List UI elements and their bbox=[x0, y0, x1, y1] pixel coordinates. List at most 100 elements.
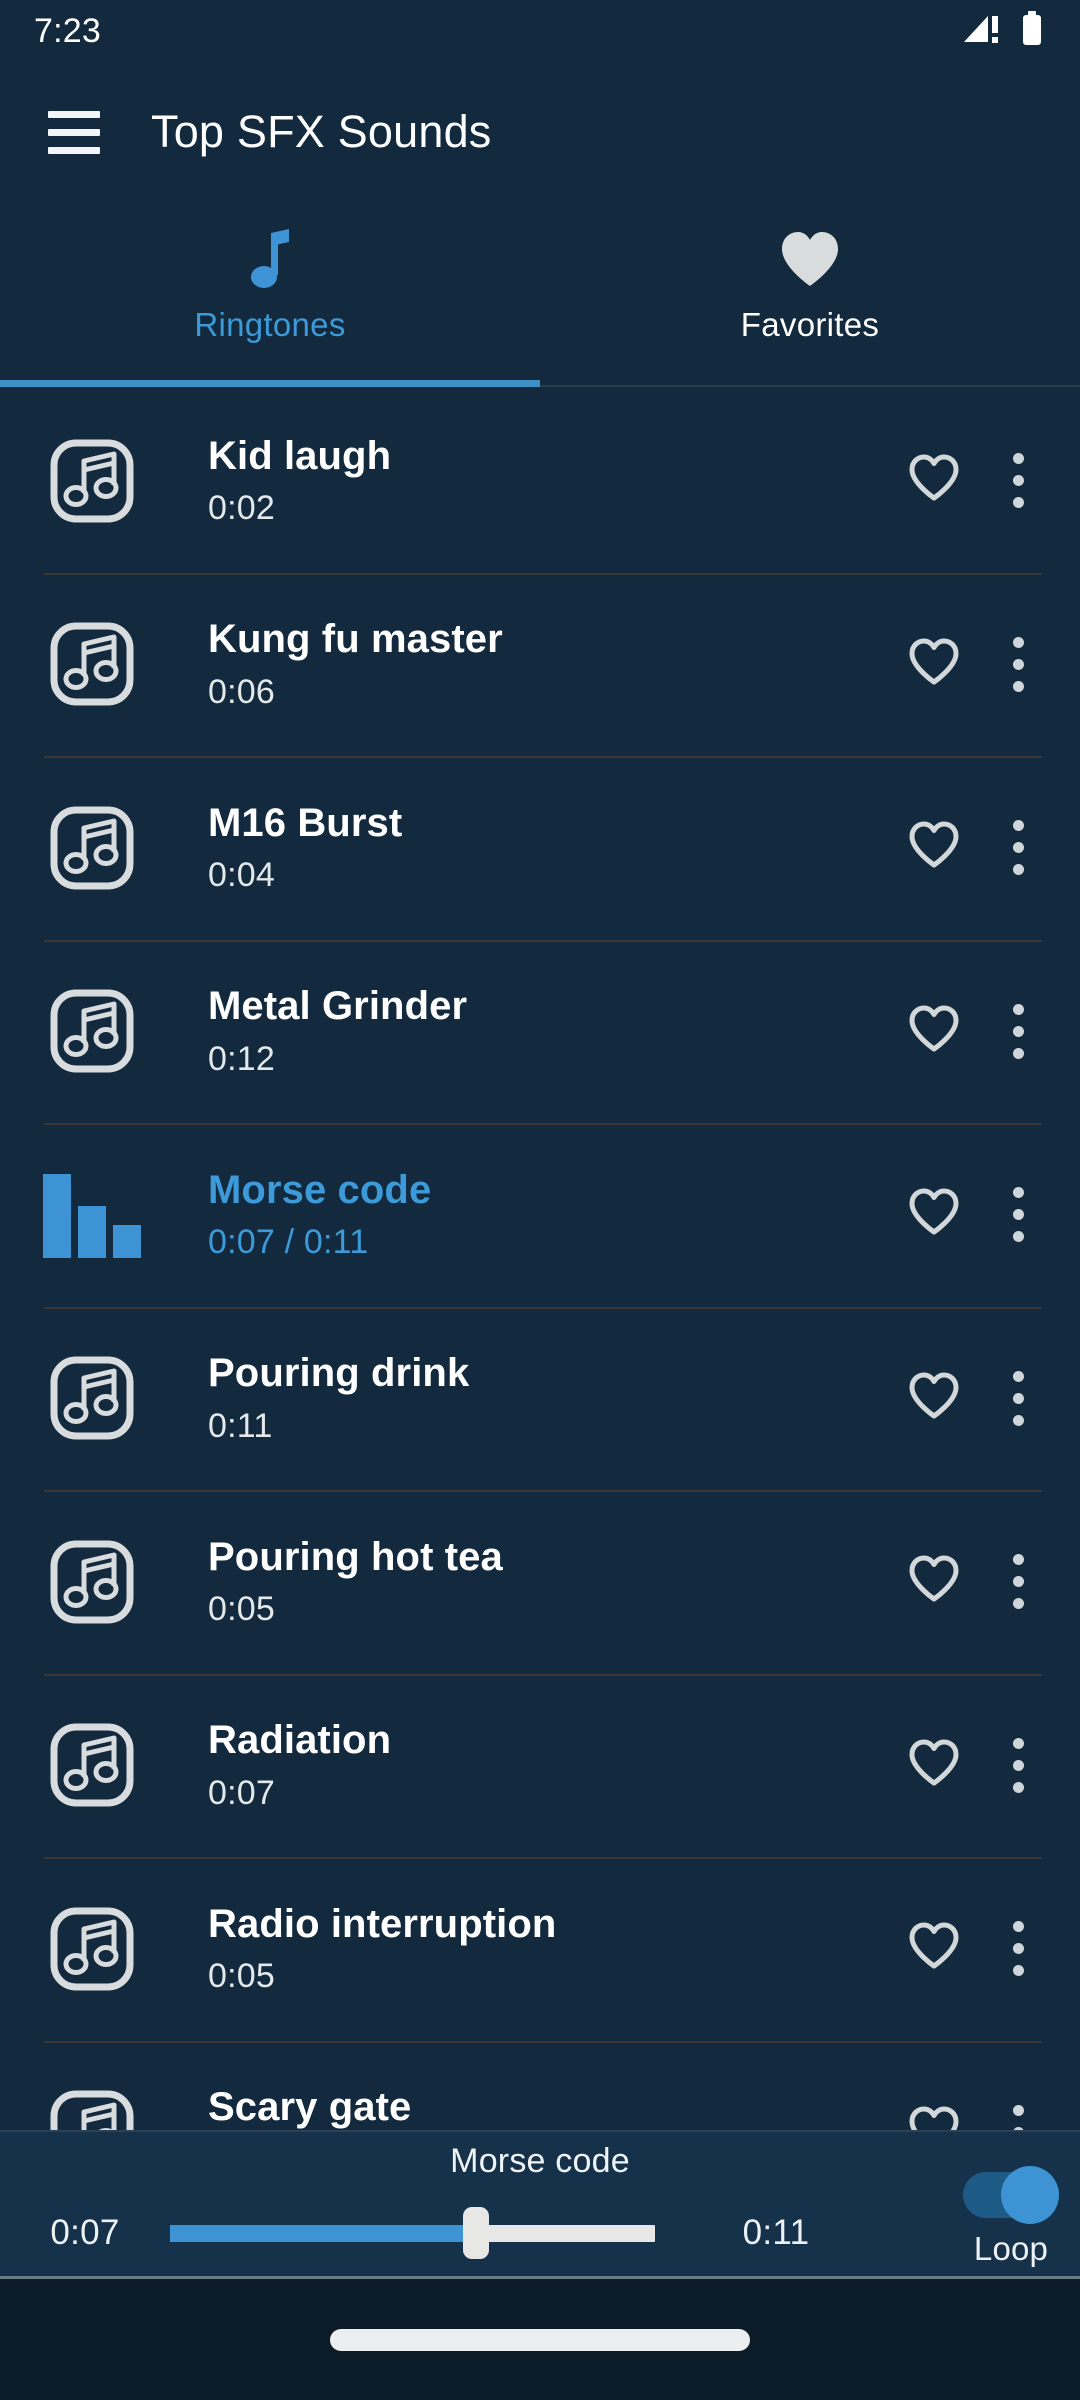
sound-list-item[interactable]: Kung fu master 0:06 bbox=[0, 572, 1080, 757]
sound-list-item[interactable]: Metal Grinder 0:12 bbox=[0, 939, 1080, 1124]
favorite-button[interactable] bbox=[886, 1188, 982, 1241]
sound-list-item[interactable]: Kid laugh 0:02 bbox=[0, 389, 1080, 573]
more-vertical-icon bbox=[1012, 1187, 1024, 1199]
sound-item-actions bbox=[886, 636, 1080, 692]
page-title: Top SFX Sounds bbox=[151, 106, 492, 157]
sound-item-title: Kung fu master bbox=[208, 617, 503, 662]
sound-item-text: Metal Grinder 0:12 bbox=[208, 984, 886, 1078]
more-options-button[interactable] bbox=[982, 453, 1054, 509]
sound-item-title: Radiation bbox=[208, 1718, 392, 1763]
sound-item-actions bbox=[886, 453, 1080, 509]
sound-item-text: Pouring hot tea 0:05 bbox=[208, 1535, 886, 1629]
sound-item-actions bbox=[886, 1554, 1080, 1610]
sound-list-item[interactable]: Pouring drink 0:11 bbox=[0, 1306, 1080, 1491]
sound-list-item[interactable]: Morse code 0:07 / 0:11 bbox=[0, 1123, 1080, 1307]
more-options-button[interactable] bbox=[982, 1187, 1054, 1243]
favorite-button[interactable] bbox=[886, 1555, 982, 1608]
system-navigation-bar bbox=[0, 2276, 1080, 2400]
sound-item-actions bbox=[886, 1003, 1080, 1059]
sound-list-item[interactable]: Pouring hot tea 0:05 bbox=[0, 1490, 1080, 1674]
music-note-icon bbox=[22, 1512, 162, 1652]
heart-outline-icon bbox=[908, 638, 960, 691]
music-note-icon bbox=[22, 1695, 162, 1835]
heart-outline-icon bbox=[908, 1922, 960, 1975]
sound-item-duration: 0:07 / 0:11 bbox=[208, 1223, 369, 1262]
heart-outline-icon bbox=[908, 1372, 960, 1425]
heart-outline-icon bbox=[908, 1739, 960, 1792]
player-seek-bar[interactable] bbox=[170, 2205, 655, 2261]
sound-list[interactable]: Kid laugh 0:02 Kung fu master 0:06 M16 Burst… bbox=[0, 389, 1080, 2190]
tab-ringtones-label: Ringtones bbox=[194, 306, 346, 343]
loop-label: Loop bbox=[973, 2230, 1049, 2267]
equalizer-icon bbox=[22, 1145, 162, 1285]
music-note-icon bbox=[22, 594, 162, 734]
loop-control: Loop bbox=[936, 2166, 1080, 2268]
sound-list-item[interactable]: Radio interruption 0:05 bbox=[0, 1857, 1080, 2041]
sound-item-text: Radio interruption 0:05 bbox=[208, 1902, 886, 1996]
sound-item-duration: 0:02 bbox=[208, 489, 275, 528]
sound-item-title: Radio interruption bbox=[208, 1901, 557, 1946]
sound-item-text: Morse code 0:07 / 0:11 bbox=[208, 1168, 886, 1262]
sound-item-text: Radiation 0:07 bbox=[208, 1718, 886, 1812]
more-options-button[interactable] bbox=[982, 820, 1054, 876]
sound-list-item[interactable]: M16 Burst 0:04 bbox=[0, 756, 1080, 940]
sound-item-title: Scary gate bbox=[208, 2085, 412, 2130]
sound-item-duration: 0:05 bbox=[208, 1957, 275, 1996]
favorite-button[interactable] bbox=[886, 454, 982, 507]
tab-ringtones[interactable]: Ringtones bbox=[0, 202, 540, 387]
loop-toggle[interactable] bbox=[963, 2166, 1059, 2224]
more-options-button[interactable] bbox=[982, 1370, 1054, 1426]
app-screen: 7:23 Top SFX Sounds Ringtones Favorites … bbox=[0, 0, 1080, 2400]
heart-outline-icon bbox=[908, 1555, 960, 1608]
more-options-button[interactable] bbox=[982, 1554, 1054, 1610]
favorite-button[interactable] bbox=[886, 638, 982, 691]
heart-outline-icon bbox=[908, 821, 960, 874]
more-vertical-icon bbox=[1012, 2104, 1024, 2116]
more-options-button[interactable] bbox=[982, 1921, 1054, 1977]
more-vertical-icon bbox=[1012, 820, 1024, 832]
favorite-button[interactable] bbox=[886, 1005, 982, 1058]
more-vertical-icon bbox=[1012, 1921, 1024, 1933]
status-bar: 7:23 bbox=[0, 0, 1080, 62]
more-options-button[interactable] bbox=[982, 1003, 1054, 1059]
sound-item-actions bbox=[886, 1370, 1080, 1426]
favorite-button[interactable] bbox=[886, 1739, 982, 1792]
favorite-button[interactable] bbox=[886, 1922, 982, 1975]
sound-item-title: Metal Grinder bbox=[208, 984, 468, 1029]
home-gesture-pill-icon[interactable] bbox=[330, 2328, 750, 2351]
favorite-button[interactable] bbox=[886, 1372, 982, 1425]
music-note-icon bbox=[22, 1879, 162, 2019]
status-bar-icons bbox=[962, 10, 1044, 52]
tab-favorites[interactable]: Favorites bbox=[540, 202, 1080, 387]
hamburger-menu-icon[interactable] bbox=[48, 110, 100, 154]
more-options-button[interactable] bbox=[982, 1737, 1054, 1793]
sound-item-title: Kid laugh bbox=[208, 433, 392, 478]
favorite-button[interactable] bbox=[886, 821, 982, 874]
sound-item-actions bbox=[886, 820, 1080, 876]
heart-outline-icon bbox=[908, 1005, 960, 1058]
more-vertical-icon bbox=[1012, 1003, 1024, 1015]
sound-item-text: Kid laugh 0:02 bbox=[208, 434, 886, 528]
more-vertical-icon bbox=[1012, 453, 1024, 465]
music-note-icon bbox=[22, 1328, 162, 1468]
sound-item-title: Pouring drink bbox=[208, 1351, 470, 1396]
player-track-title: Morse code bbox=[450, 2142, 630, 2180]
loop-toggle-knob bbox=[1001, 2166, 1059, 2224]
tab-favorites-label: Favorites bbox=[740, 306, 880, 343]
sound-item-text: M16 Burst 0:04 bbox=[208, 801, 886, 895]
sound-item-duration: 0:06 bbox=[208, 672, 275, 711]
music-note-icon bbox=[247, 224, 293, 296]
equalizer-icon bbox=[43, 1172, 141, 1258]
seek-thumb[interactable] bbox=[462, 2207, 489, 2259]
player-current-time: 0:07 bbox=[50, 2213, 120, 2252]
heart-outline-icon bbox=[908, 454, 960, 507]
sound-item-duration: 0:11 bbox=[208, 1406, 273, 1445]
more-vertical-icon bbox=[1012, 1737, 1024, 1749]
music-note-icon bbox=[22, 778, 162, 918]
more-vertical-icon bbox=[1012, 1370, 1024, 1382]
sound-list-item[interactable]: Radiation 0:07 bbox=[0, 1673, 1080, 1858]
more-options-button[interactable] bbox=[982, 636, 1054, 692]
music-note-icon bbox=[22, 411, 162, 551]
player-total-time: 0:11 bbox=[742, 2213, 810, 2252]
more-vertical-icon bbox=[1012, 636, 1024, 648]
